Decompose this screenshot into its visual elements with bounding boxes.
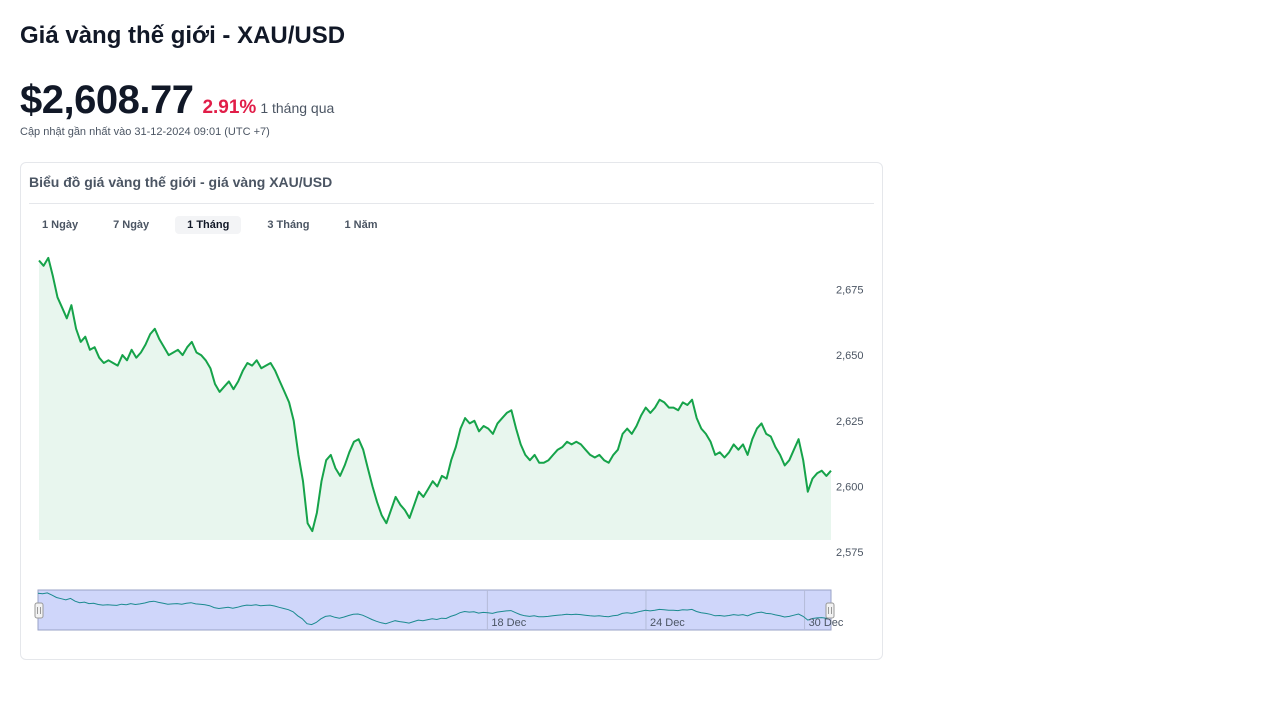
range-navigator[interactable]: 18 Dec 24 Dec 30 Dec [34,589,844,631]
navigator-left-handle[interactable] [34,602,44,619]
y-tick-label: 2,625 [836,416,864,428]
y-tick-label: 2,650 [836,350,864,362]
y-tick-label: 2,575 [836,547,864,559]
navigator-right-handle[interactable] [825,602,835,619]
handle-body[interactable] [825,602,835,619]
y-tick-label: 2,600 [836,481,864,493]
navigator-date-label: 24 Dec [650,617,685,629]
navigator-date-label: 30 Dec [809,617,844,629]
y-axis: 2,575 2,600 2,625 2,650 2,675 [836,284,864,559]
y-tick-label: 2,675 [836,284,864,296]
navigator-date-label: 18 Dec [491,617,526,629]
navigator-selection[interactable] [37,589,832,631]
price-area-fill [39,257,831,540]
price-chart[interactable]: 2,575 2,600 2,625 2,650 2,675 18 Dec 24 Dec 30… [0,0,1265,702]
handle-body[interactable] [34,602,44,619]
